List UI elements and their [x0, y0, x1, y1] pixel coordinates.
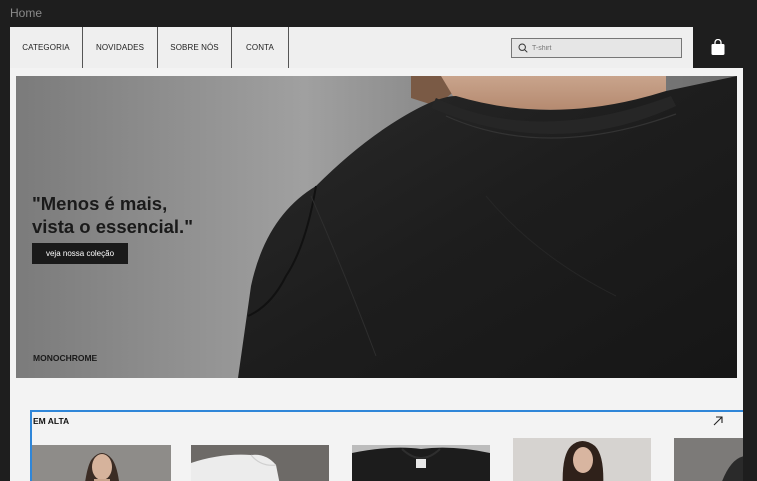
brand-logo-text: MONOCHROME: [33, 353, 98, 363]
search-input[interactable]: [532, 44, 672, 52]
trending-title: EM ALTA: [33, 416, 70, 426]
product-card-5[interactable]: [674, 438, 743, 481]
hero-banner: "Menos é mais, vista o essencial." veja …: [16, 76, 737, 378]
store-frame: CATEGORIA NOVIDADES SOBRE NÓS CONTA T-sh…: [10, 27, 743, 481]
breadcrumb-home: Home: [10, 6, 43, 20]
hero-headline-line2: vista o essencial.": [32, 216, 193, 237]
product-image: [513, 438, 651, 481]
product-card-1[interactable]: [32, 445, 171, 481]
cart-button[interactable]: [693, 27, 743, 68]
hero-headline: "Menos é mais, vista o essencial.": [32, 192, 193, 238]
top-navbar: CATEGORIA NOVIDADES SOBRE NÓS CONTA: [10, 27, 743, 68]
product-card-4[interactable]: [513, 438, 651, 481]
view-collection-button[interactable]: veja nossa coleção: [32, 243, 128, 264]
product-card-2[interactable]: [191, 445, 329, 481]
product-card-3[interactable]: [352, 445, 490, 481]
product-image: [191, 445, 329, 481]
nav-item-categoria[interactable]: CATEGORIA: [10, 27, 83, 68]
nav-item-novidades[interactable]: NOVIDADES: [83, 27, 158, 68]
nav-item-conta[interactable]: CONTA: [232, 27, 289, 68]
search-bar[interactable]: [511, 38, 682, 58]
trending-section: EM ALTA: [30, 410, 743, 481]
search-icon[interactable]: [518, 43, 528, 53]
hero-headline-line1: "Menos é mais,: [32, 193, 168, 214]
nav-item-sobre-nos[interactable]: SOBRE NÓS: [158, 27, 232, 68]
shopping-bag-icon: [711, 39, 725, 55]
arrow-up-right-icon[interactable]: [712, 415, 724, 427]
product-image: [352, 445, 490, 481]
product-image: [674, 438, 743, 481]
product-image: [32, 445, 171, 481]
